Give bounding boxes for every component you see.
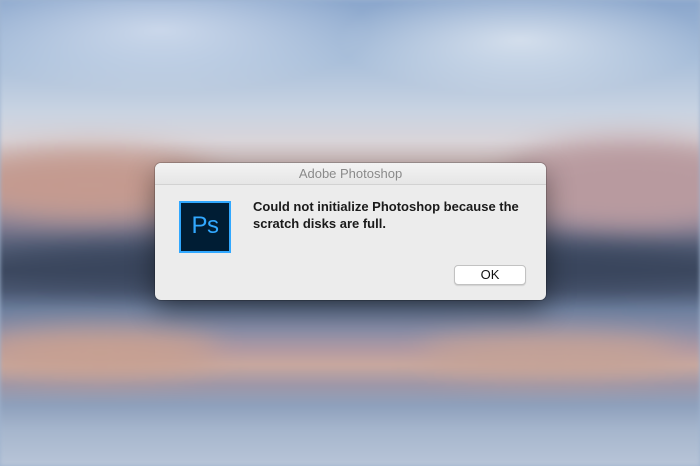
- alert-dialog: Adobe Photoshop Ps Could not initialize …: [155, 163, 546, 300]
- wallpaper-reflection-right: [420, 335, 680, 375]
- alert-message: Could not initialize Photoshop because t…: [253, 199, 519, 231]
- ok-button[interactable]: OK: [454, 265, 526, 285]
- wallpaper-reflection-left: [0, 330, 220, 375]
- photoshop-icon-label: Ps: [191, 212, 219, 239]
- dialog-title: Adobe Photoshop: [155, 163, 546, 185]
- photoshop-app-icon: Ps: [179, 201, 231, 253]
